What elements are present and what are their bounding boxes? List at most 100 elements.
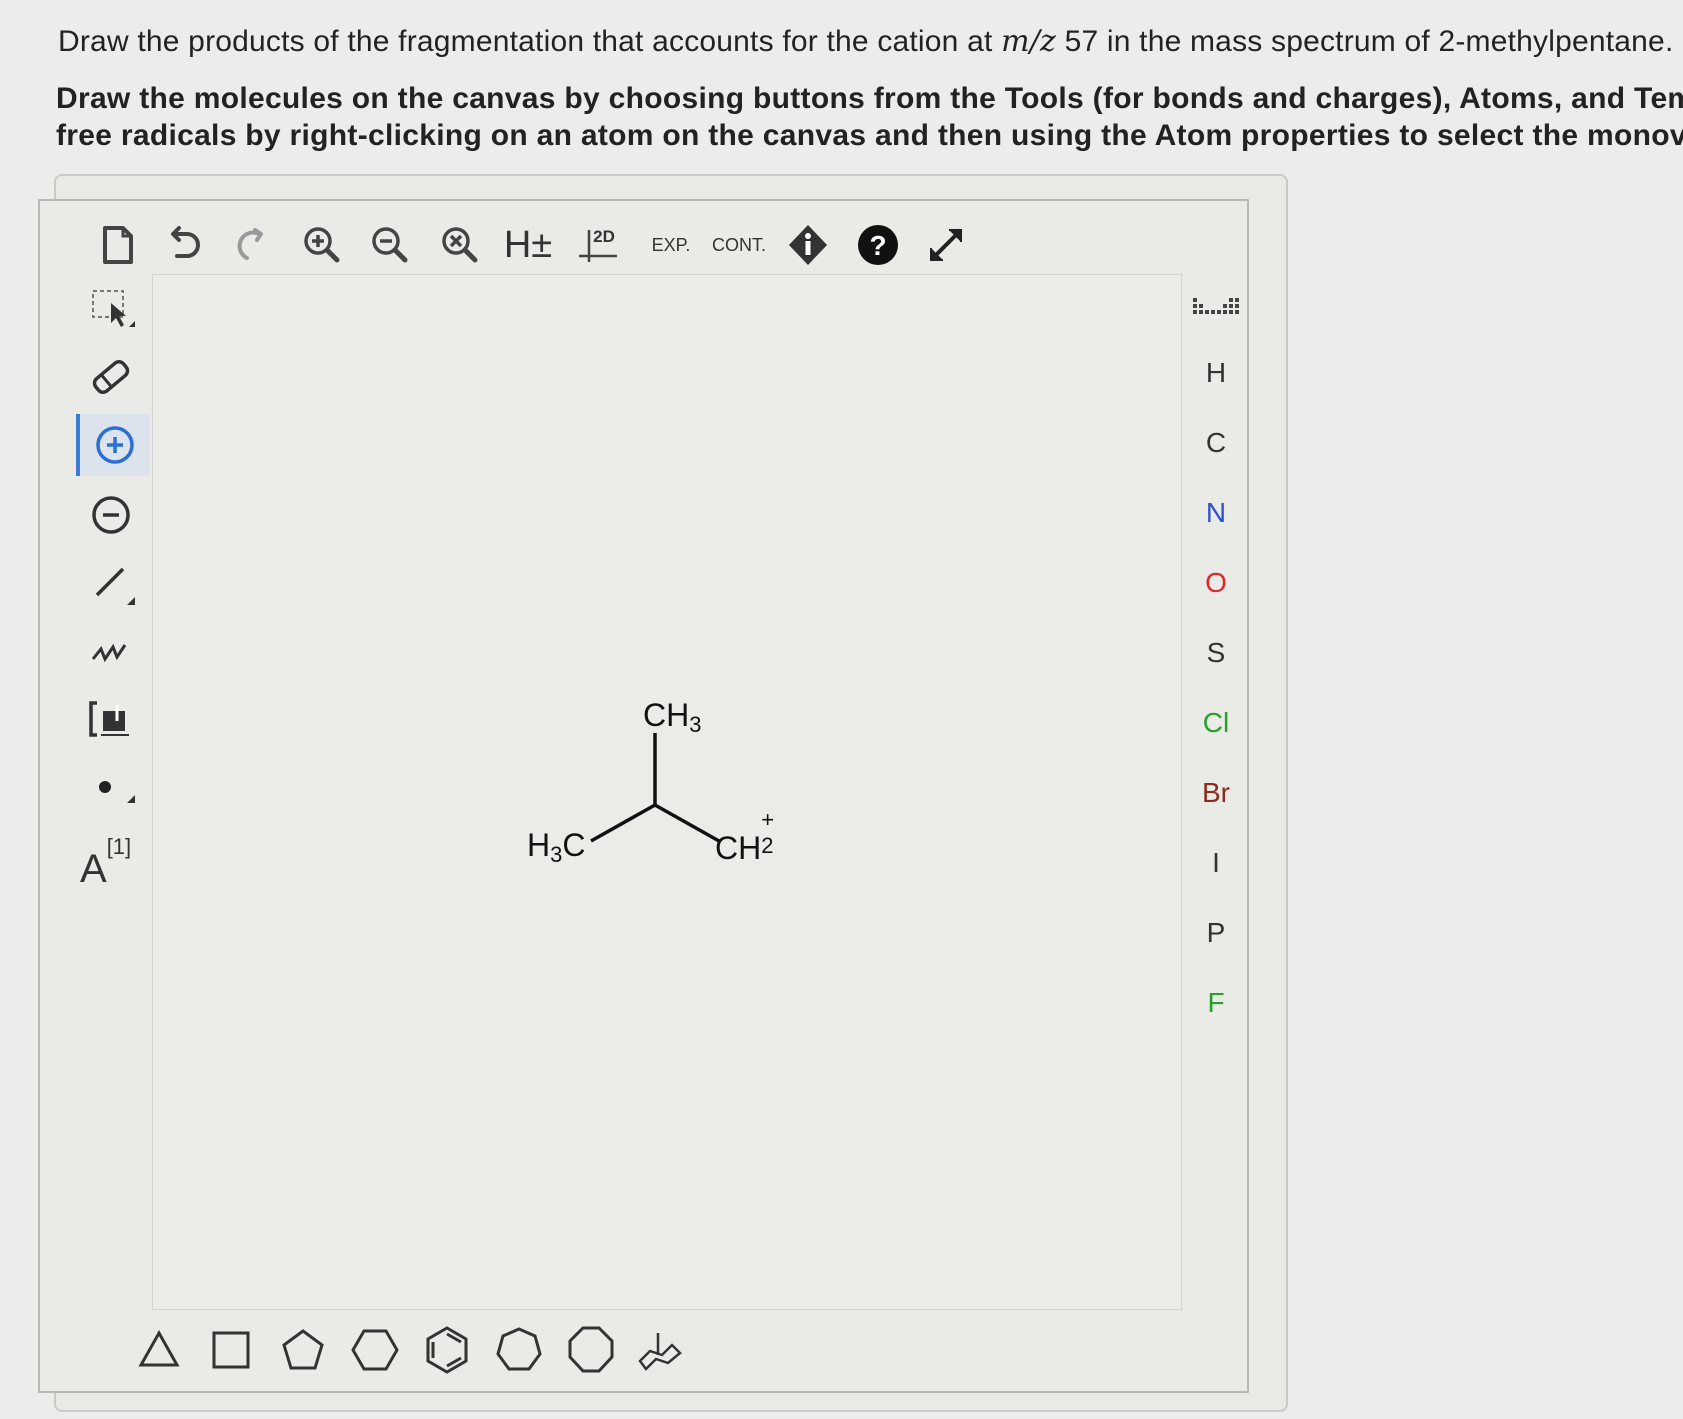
atom-n-button[interactable]: N — [1176, 484, 1256, 542]
clean-2d-button[interactable]: 2D — [572, 218, 624, 272]
template-square[interactable] — [200, 1320, 262, 1380]
octagon-icon — [568, 1326, 614, 1373]
question-math-mz: m/z — [1001, 24, 1057, 59]
atom-h-label: H — [1205, 357, 1227, 388]
help-button[interactable]: ? — [852, 218, 904, 272]
clean-2d-label: 2D — [593, 227, 615, 246]
eraser-tool[interactable] — [76, 346, 146, 408]
question-line-1: Draw the products of the fragmentation t… — [58, 24, 1673, 59]
template-hexagon[interactable] — [344, 1320, 406, 1380]
lasso-select-icon — [92, 290, 135, 327]
undo-icon — [171, 226, 200, 258]
atom-ch2-label: CH — [715, 830, 762, 866]
fullscreen-button[interactable] — [920, 218, 972, 272]
atom-cl-button[interactable]: Cl — [1176, 694, 1256, 752]
periodic-table-icon — [1193, 298, 1239, 314]
template-octagon[interactable] — [560, 1320, 622, 1380]
question-line-2: Draw the molecules on the canvas by choo… — [56, 82, 1683, 115]
undo-button[interactable] — [158, 218, 210, 272]
atom-i-button[interactable]: I — [1176, 834, 1256, 892]
zoom-reset-button[interactable] — [434, 218, 486, 272]
template-benzene[interactable] — [416, 1320, 478, 1380]
info-button[interactable] — [782, 218, 834, 272]
contract-button[interactable]: CONT. — [708, 218, 770, 272]
molecule-bonds — [590, 733, 720, 843]
atom-label-index: [1] — [106, 834, 132, 859]
info-icon — [789, 225, 827, 265]
atom-br-button[interactable]: Br — [1176, 764, 1256, 822]
atom-ch3-top-label: CH — [643, 697, 690, 733]
atom-h3c-c: C — [562, 827, 586, 863]
minus-charge-icon — [92, 496, 130, 534]
periodic-table-button[interactable] — [1176, 280, 1256, 338]
pentagon-icon — [282, 1329, 324, 1370]
question-line-1-post: 57 in the mass spectrum of 2-methylpenta… — [1056, 25, 1674, 58]
atom-f-button[interactable]: F — [1176, 974, 1256, 1032]
expand-button[interactable]: EXP. — [640, 218, 702, 272]
template-heptagon[interactable] — [488, 1320, 550, 1380]
expand-label: EXP. — [651, 234, 691, 255]
atom-p-label: P — [1206, 917, 1226, 948]
plus-charge-icon — [96, 426, 134, 464]
redo-button[interactable] — [226, 218, 278, 272]
toggle-hydrogens-label: H± — [503, 223, 553, 266]
atom-p-button[interactable]: P — [1176, 904, 1256, 962]
atom-ch2-charge: + — [761, 807, 775, 832]
single-bond-icon — [95, 567, 135, 605]
atom-ch2-cation[interactable]: CH +2 — [715, 807, 777, 867]
template-cyclohexane-chair[interactable] — [628, 1320, 690, 1380]
chair-icon — [638, 1333, 682, 1371]
zoom-out-icon — [372, 227, 408, 263]
zoom-reset-icon — [442, 227, 478, 263]
atom-cl-label: Cl — [1202, 707, 1230, 738]
positive-charge-tool[interactable] — [76, 414, 150, 476]
atom-o-label: O — [1205, 567, 1227, 598]
atom-ch3-top[interactable]: CH3 — [643, 697, 701, 738]
atom-label-letter: A — [80, 846, 107, 891]
new-document-icon — [103, 226, 133, 264]
atom-h-button[interactable]: H — [1176, 344, 1256, 402]
bracket-icon — [89, 701, 129, 737]
atom-s-label: S — [1206, 637, 1226, 668]
question-line-3: free radicals by right-clicking on an at… — [56, 119, 1683, 152]
atom-ch2-sub: 2 — [761, 833, 774, 858]
bond-right — [654, 803, 720, 843]
atom-h3c-left[interactable]: H3C — [527, 827, 585, 868]
zoom-in-icon — [304, 227, 340, 263]
new-document-button[interactable] — [92, 218, 144, 272]
atom-br-label: Br — [1202, 777, 1230, 808]
drawing-canvas[interactable]: CH3 H3C CH +2 — [152, 274, 1182, 1310]
zoom-in-button[interactable] — [296, 218, 348, 272]
negative-charge-tool[interactable] — [76, 484, 146, 546]
select-tool[interactable] — [76, 280, 146, 342]
contract-label: CONT. — [712, 234, 766, 255]
radical-dot-icon — [99, 781, 135, 803]
atom-c-button[interactable]: C — [1176, 414, 1256, 472]
zoom-out-button[interactable] — [364, 218, 416, 272]
hexagon-icon — [351, 1329, 399, 1371]
atom-h3c-h: H — [527, 827, 551, 863]
atom-ch3-top-sub: 3 — [689, 712, 702, 737]
bracket-tool[interactable] — [76, 688, 146, 750]
atom-s-button[interactable]: S — [1176, 624, 1256, 682]
atom-o-button[interactable]: O — [1176, 554, 1256, 612]
benzene-icon — [426, 1326, 468, 1374]
radical-tool[interactable] — [76, 756, 146, 818]
redo-icon — [237, 228, 263, 260]
atom-c-label: C — [1205, 427, 1227, 458]
template-pentagon[interactable] — [272, 1320, 334, 1380]
atom-label-tool[interactable]: A [1] — [76, 828, 146, 891]
expand-arrows-icon — [929, 228, 963, 262]
single-bond-tool[interactable] — [76, 552, 146, 614]
chain-tool[interactable] — [76, 620, 146, 682]
svg-text:?: ? — [869, 230, 886, 261]
bond-left — [590, 803, 656, 843]
template-triangle[interactable] — [128, 1320, 190, 1380]
help-icon: ? — [858, 225, 898, 265]
atom-h3c-sub: 3 — [550, 842, 563, 867]
atom-n-label: N — [1205, 497, 1227, 528]
triangle-icon — [138, 1329, 180, 1367]
eraser-icon — [92, 360, 130, 394]
toggle-hydrogens-button[interactable]: H± — [502, 218, 554, 272]
question-line-1-pre: Draw the products of the fragmentation t… — [58, 25, 1002, 58]
